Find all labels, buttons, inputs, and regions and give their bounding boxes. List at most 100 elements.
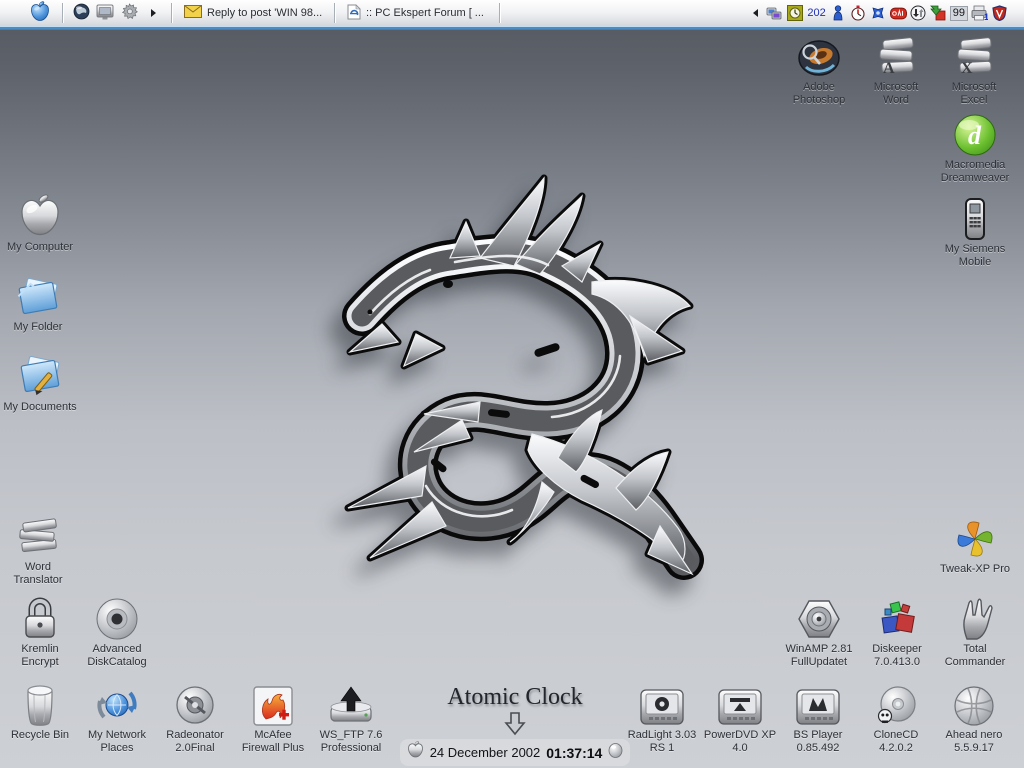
padlock-icon — [20, 594, 60, 641]
blue-cross-icon[interactable] — [870, 5, 887, 22]
desktop-icon-label: Macromedia Dreamweaver — [941, 159, 1009, 185]
desktop-icon-advanced-diskcatalog[interactable]: Advanced DiskCatalog — [71, 594, 163, 669]
microsoft-word-icon: A — [873, 32, 919, 79]
metal-ball-icon — [953, 680, 995, 727]
macromedia-dreamweaver-icon: d — [953, 110, 997, 157]
desktop-icon-label: Microsoft Word — [874, 81, 919, 107]
tray-counter-99: 99 — [950, 6, 968, 21]
desktop-icon-label: CloneCD 4.2.0.2 — [874, 729, 919, 755]
atomic-clock-widget[interactable]: Atomic Clock 24 December 2002 01:37:14 — [400, 684, 630, 766]
desktop-icon-label: PowerDVD XP 4.0 — [704, 729, 776, 755]
desktop-icon-label: Adobe Photoshop — [793, 81, 846, 107]
messenger-person-icon[interactable] — [830, 5, 847, 22]
desktop-icon-tweak-xp-pro[interactable]: Tweak-XP Pro — [929, 514, 1021, 576]
globe-arrows-icon — [94, 680, 140, 727]
desktop-icon-label: WS_FTP 7.6 Professional — [320, 729, 383, 755]
speaker-hexagon-icon — [796, 594, 842, 641]
desktop-icon-word-translator[interactable]: Word Translator — [0, 512, 84, 587]
left-arrow-icon — [753, 9, 758, 17]
desktop-icon-my-siemens-mobile[interactable]: My Siemens Mobile — [929, 194, 1021, 269]
desktop-icon-label: Tweak-XP Pro — [940, 563, 1010, 576]
media-player-eye-icon — [638, 680, 686, 727]
taskbar-window-forum[interactable]: :: PC Ekspert Forum [ ... — [341, 1, 493, 25]
excel-letter: X — [961, 60, 973, 77]
small-sphere-icon — [608, 742, 623, 763]
desktop-icon-label: WinAMP 2.81 FullUpdatet — [785, 643, 852, 669]
trash-can-icon — [22, 680, 58, 727]
gear-icon — [121, 3, 138, 23]
getright-icon[interactable] — [930, 5, 947, 22]
pinwheel-icon — [953, 514, 997, 561]
tray-collapse-button[interactable] — [749, 3, 761, 23]
quicklaunch-display-button[interactable] — [95, 3, 115, 23]
clock-date: 24 December 2002 — [430, 745, 541, 760]
clock-time: 01:37:14 — [546, 745, 602, 761]
apple-logo-icon — [30, 1, 50, 26]
desktop: Reply to post 'WIN 98... :: PC Ekspert F… — [0, 0, 1024, 768]
stopwatch-icon[interactable] — [850, 5, 867, 22]
apple-menu-button[interactable] — [24, 1, 56, 25]
desktop-icon-label: Total Commander — [945, 643, 1006, 669]
dreamweaver-letter: d — [968, 121, 982, 150]
desktop-icon-label: Kremlin Encrypt — [21, 643, 58, 669]
tray-counter-202: 202 — [806, 7, 826, 19]
desktop-icon-label: My Documents — [3, 401, 76, 414]
media-player-m-icon — [794, 680, 842, 727]
network-computers-icon[interactable] — [766, 5, 783, 22]
desktop-icon-label: Recycle Bin — [11, 729, 69, 742]
shield-icon[interactable] — [991, 5, 1008, 22]
books-stack-icon — [14, 512, 62, 559]
taskbar-window-mail[interactable]: Reply to post 'WIN 98... — [178, 1, 328, 25]
scheduler-clock-icon[interactable] — [786, 5, 803, 22]
desktop-icon-total-commander[interactable]: Total Commander — [929, 594, 1021, 669]
folder-icon — [13, 272, 63, 319]
ati-icon[interactable] — [890, 5, 907, 22]
desktop-icon-microsoft-excel[interactable]: X Microsoft Excel — [928, 32, 1020, 107]
adobe-photoshop-icon — [796, 32, 842, 79]
system-tray: 202 — [747, 3, 1024, 23]
down-arrow-icon — [400, 711, 630, 737]
desktop-icon-my-documents[interactable]: My Documents — [0, 352, 86, 414]
microsoft-excel-icon: X — [951, 32, 997, 79]
flame-square-icon — [252, 680, 294, 727]
desktop-icon-label: Radeonator 2.0Final — [166, 729, 224, 755]
atomic-clock-title: Atomic Clock — [400, 684, 630, 711]
taskbar-separator — [499, 3, 500, 23]
desktop-icon-label: My Network Places — [88, 729, 146, 755]
color-cubes-icon — [875, 594, 919, 641]
quicklaunch-expand-button[interactable] — [143, 3, 163, 23]
drive-upload-icon — [327, 680, 375, 727]
dragon-wallpaper-art — [330, 166, 720, 586]
metal-disc-icon — [173, 680, 217, 727]
display-icon — [96, 4, 114, 23]
download-arrows-icon[interactable] — [910, 5, 927, 22]
disc-lens-icon — [95, 594, 139, 641]
cd-skull-icon — [873, 680, 919, 727]
right-arrow-icon — [151, 9, 156, 17]
ie-document-icon — [347, 4, 361, 23]
desktop-icon-label: Ahead nero 5.5.9.17 — [946, 729, 1003, 755]
desktop-icon-my-computer[interactable]: My Computer — [0, 192, 86, 254]
taskbar-separator — [62, 3, 63, 23]
desktop-icon-ahead-nero[interactable]: Ahead nero 5.5.9.17 — [928, 680, 1020, 755]
clock-date-row: 24 December 2002 01:37:14 — [400, 739, 630, 766]
desktop-icon-label: My Siemens Mobile — [945, 243, 1006, 269]
desktop-icon-label: Microsoft Excel — [952, 81, 997, 107]
quicklaunch-settings-button[interactable] — [119, 3, 139, 23]
documents-folder-icon — [15, 352, 65, 399]
fax-printer-icon[interactable]: 1 — [971, 5, 988, 22]
internet-globe-icon — [73, 3, 90, 23]
apple-computer-icon — [18, 192, 62, 239]
desktop-icon-macromedia-dreamweaver[interactable]: d Macromedia Dreamweaver — [929, 110, 1021, 185]
hand-icon — [955, 594, 995, 641]
small-apple-icon — [407, 741, 424, 764]
mobile-phone-icon — [963, 194, 987, 241]
desktop-icon-my-folder[interactable]: My Folder — [0, 272, 84, 334]
desktop-icon-label: My Folder — [14, 321, 63, 334]
mail-envelope-icon — [184, 5, 202, 21]
desktop-icon-label: Diskeeper 7.0.413.0 — [872, 643, 922, 669]
media-player-dvd-icon — [716, 680, 764, 727]
desktop-icon-label: McAfee Firewall Plus — [242, 729, 304, 755]
desktop-icon-ws-ftp[interactable]: WS_FTP 7.6 Professional — [305, 680, 397, 755]
quicklaunch-internet-button[interactable] — [71, 3, 91, 23]
